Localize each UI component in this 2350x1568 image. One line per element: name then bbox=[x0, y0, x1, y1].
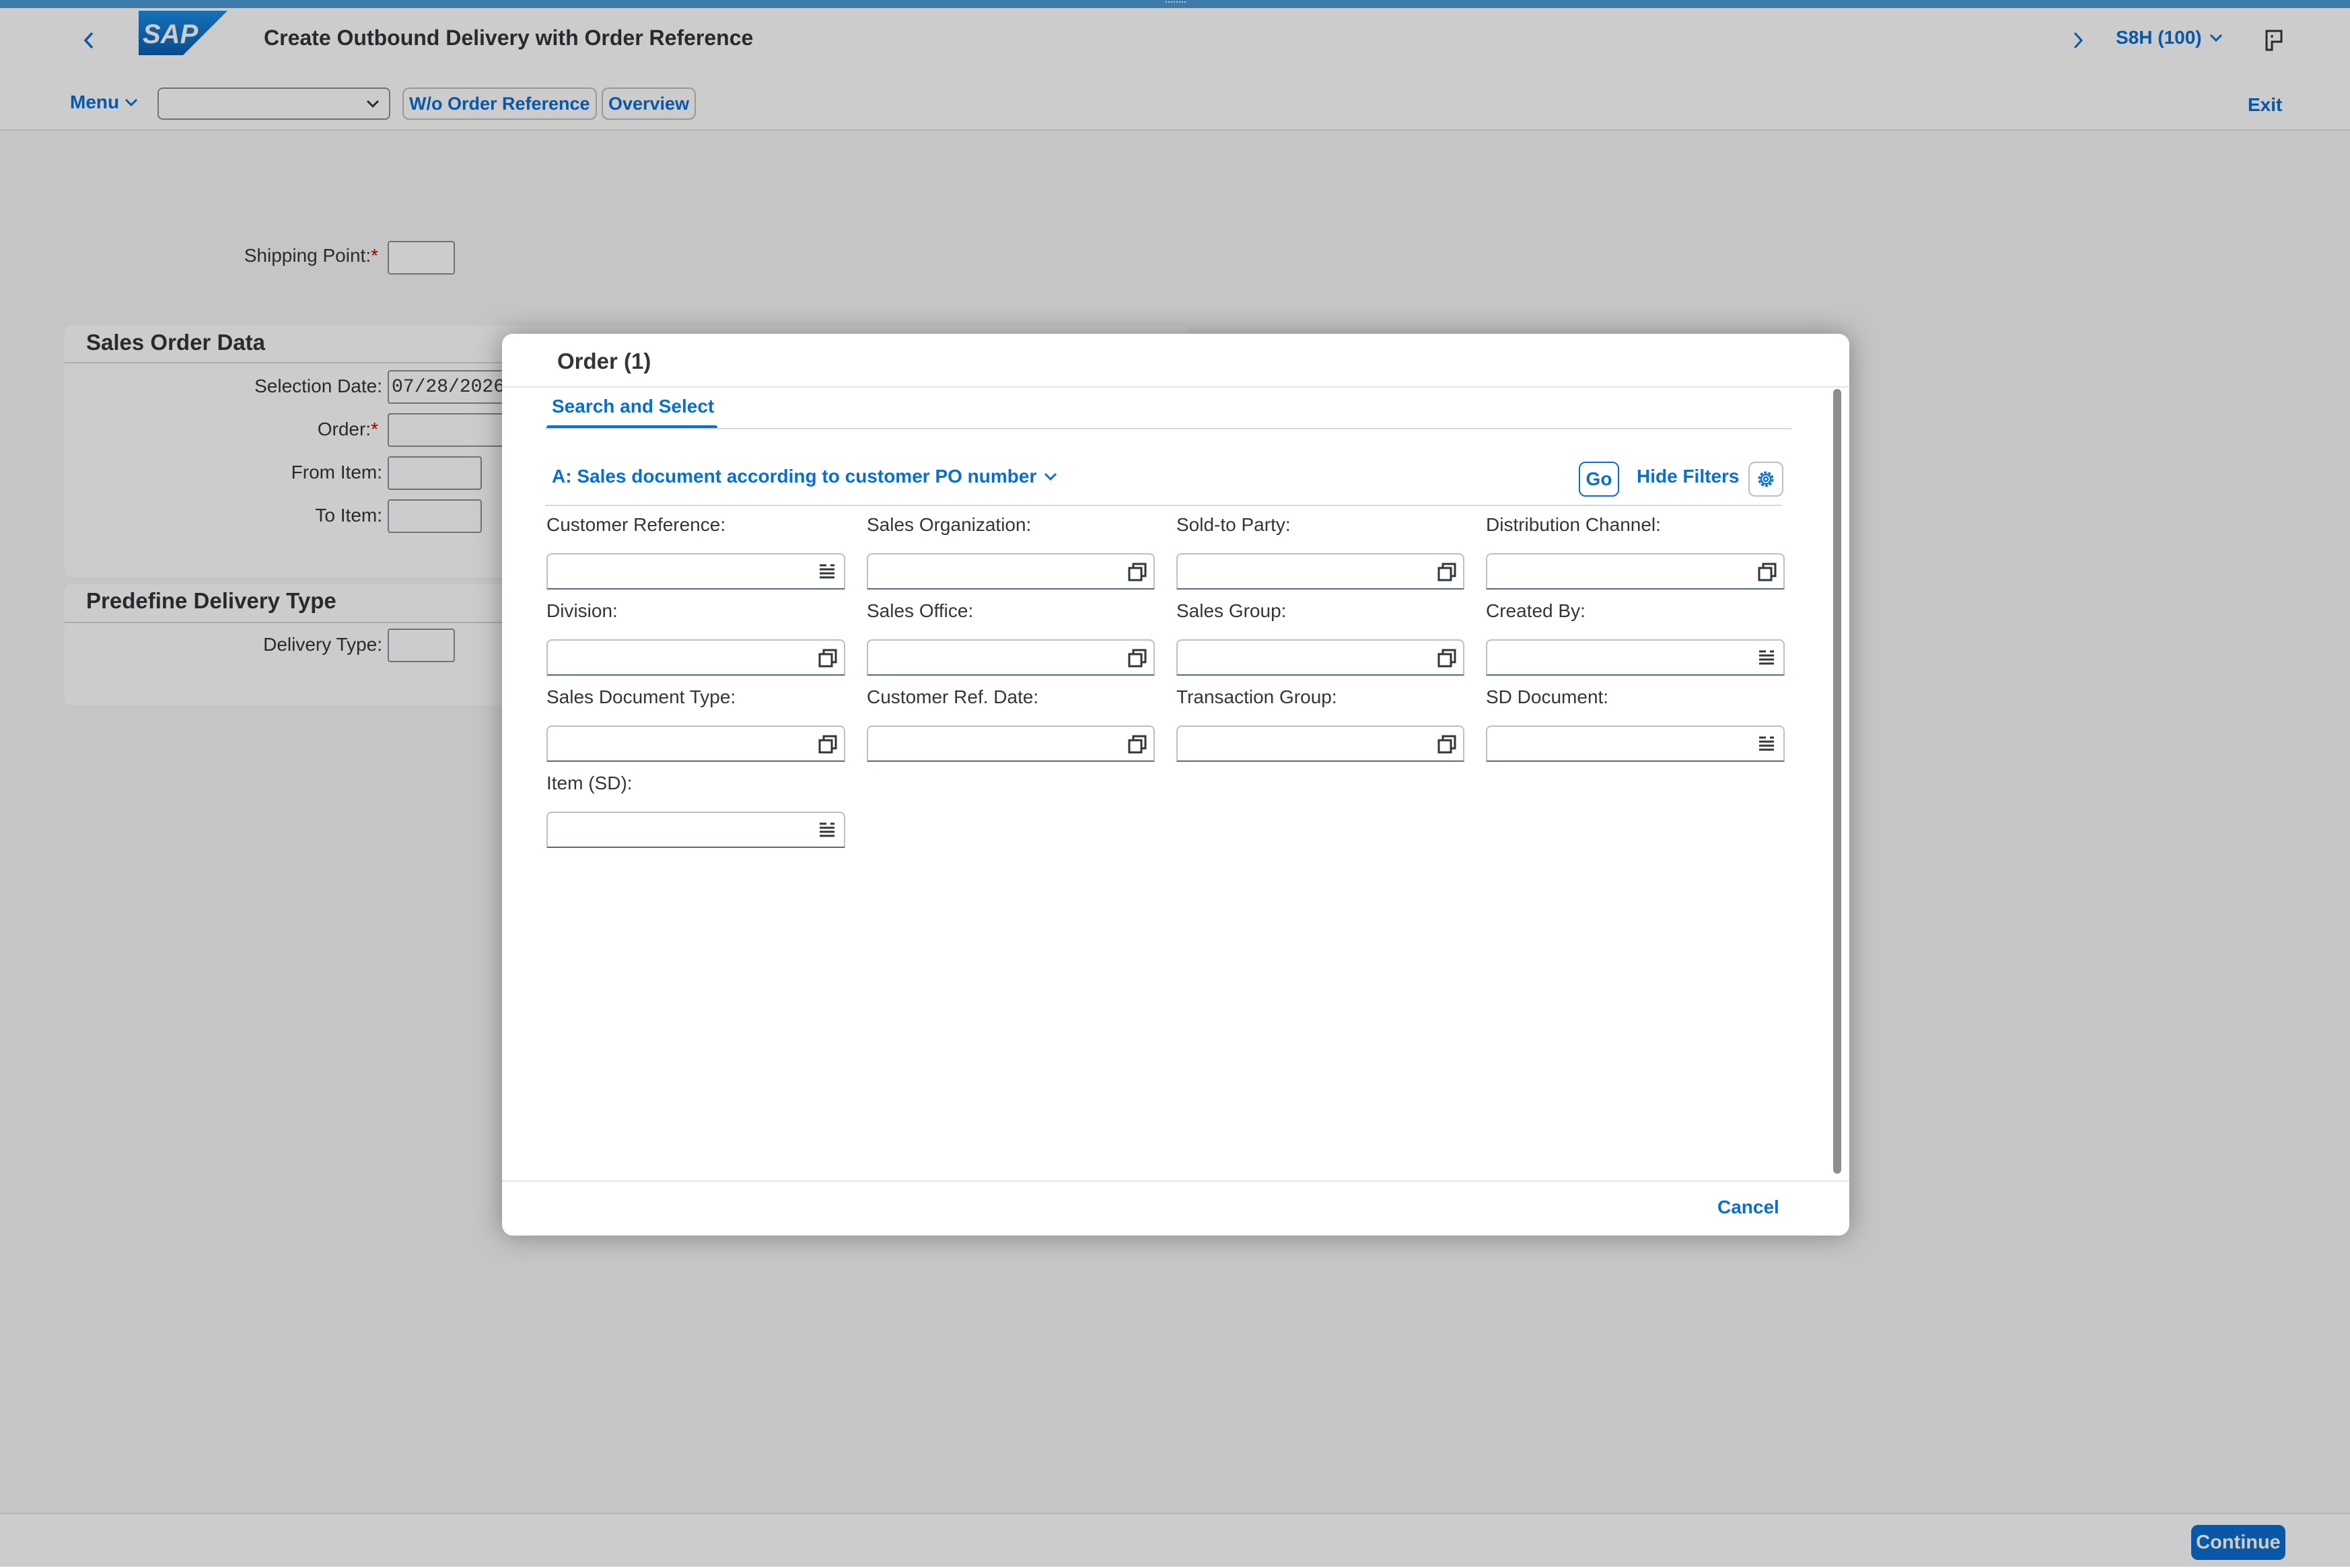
variant-label: A: Sales document according to customer … bbox=[552, 466, 1037, 487]
filter-label: Distribution Channel: bbox=[1486, 514, 1661, 535]
sold-to-party-input[interactable] bbox=[1176, 553, 1464, 590]
order-search-dialog: Order (1) Search and Select A: Sales doc… bbox=[502, 334, 1849, 1236]
gear-icon bbox=[1758, 471, 1774, 487]
list-icon[interactable] bbox=[817, 561, 839, 583]
value-help-icon[interactable] bbox=[1756, 561, 1778, 583]
tab-strip-divider bbox=[545, 428, 1791, 429]
filter-label: Item (SD): bbox=[546, 773, 633, 793]
cancel-button[interactable]: Cancel bbox=[1717, 1197, 1779, 1218]
filter-label: Sales Group: bbox=[1176, 600, 1287, 621]
customer-ref-date-input[interactable] bbox=[867, 725, 1155, 762]
created-by-input[interactable] bbox=[1486, 639, 1785, 676]
dialog-footer-divider bbox=[502, 1180, 1849, 1182]
customer-reference-input[interactable] bbox=[546, 553, 845, 590]
value-help-icon[interactable] bbox=[817, 734, 839, 755]
sales-office-input[interactable] bbox=[867, 639, 1155, 676]
filter-label: Sales Document Type: bbox=[546, 686, 736, 707]
distribution-channel-input[interactable] bbox=[1486, 553, 1785, 590]
filter-label: SD Document: bbox=[1486, 686, 1609, 707]
filter-label: Transaction Group: bbox=[1176, 686, 1337, 707]
variant-selector[interactable]: A: Sales document according to customer … bbox=[552, 466, 1058, 487]
value-help-icon[interactable] bbox=[1436, 734, 1458, 755]
list-icon[interactable] bbox=[1756, 734, 1778, 755]
filter-bar-divider bbox=[545, 505, 1782, 506]
filter-label: Customer Reference: bbox=[546, 514, 726, 535]
filter-label: Division: bbox=[546, 600, 618, 621]
dialog-title: Order (1) bbox=[557, 349, 651, 373]
hide-filters-button[interactable]: Hide Filters bbox=[1637, 466, 1739, 487]
sales-document-type-input[interactable] bbox=[546, 725, 845, 762]
filter-label: Sold-to Party: bbox=[1176, 514, 1291, 535]
sales-organization-input[interactable] bbox=[867, 553, 1155, 590]
value-help-icon[interactable] bbox=[817, 647, 839, 669]
division-input[interactable] bbox=[546, 639, 845, 676]
vertical-scrollbar[interactable] bbox=[1833, 389, 1841, 1174]
value-help-icon[interactable] bbox=[1436, 561, 1458, 583]
settings-button[interactable] bbox=[1748, 462, 1783, 497]
go-button[interactable]: Go bbox=[1579, 462, 1619, 497]
value-help-icon[interactable] bbox=[1127, 561, 1148, 583]
filter-label: Customer Ref. Date: bbox=[867, 686, 1039, 707]
chevron-down-icon bbox=[1044, 472, 1057, 481]
value-help-icon[interactable] bbox=[1127, 647, 1148, 669]
sales-group-input[interactable] bbox=[1176, 639, 1464, 676]
filter-label: Created By: bbox=[1486, 600, 1586, 621]
list-icon[interactable] bbox=[817, 820, 839, 841]
sd-document-input[interactable] bbox=[1486, 725, 1785, 762]
tab-search-and-select[interactable]: Search and Select bbox=[552, 396, 714, 417]
filter-label: Sales Office: bbox=[867, 600, 974, 621]
item-sd-input[interactable] bbox=[546, 812, 845, 848]
filter-label: Sales Organization: bbox=[867, 514, 1032, 535]
value-help-icon[interactable] bbox=[1436, 647, 1458, 669]
transaction-group-input[interactable] bbox=[1176, 725, 1464, 762]
dialog-header-divider bbox=[502, 386, 1849, 388]
list-icon[interactable] bbox=[1756, 647, 1778, 669]
value-help-icon[interactable] bbox=[1127, 734, 1148, 755]
